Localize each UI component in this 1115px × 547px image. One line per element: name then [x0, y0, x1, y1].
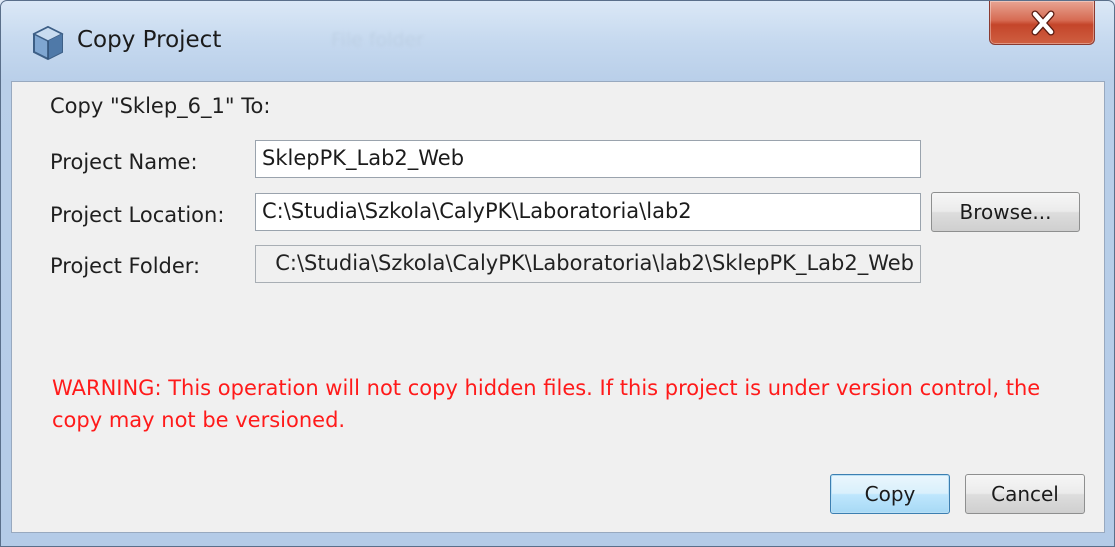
copy-project-window: Copy Project File folder Copy "Sklep_6_1…: [0, 0, 1115, 547]
background-window-title: File folder: [331, 29, 424, 51]
dialog-content: Copy "Sklep_6_1" To: Project Name: Sklep…: [11, 81, 1105, 533]
project-name-label: Project Name:: [50, 150, 198, 174]
cancel-button[interactable]: Cancel: [965, 474, 1085, 514]
project-folder-value: C:\Studia\Szkola\CalyPK\Laboratoria\lab2…: [275, 251, 914, 275]
project-location-input[interactable]: C:\Studia\Szkola\CalyPK\Laboratoria\lab2: [255, 193, 921, 231]
title-bar[interactable]: Copy Project File folder: [1, 1, 1114, 81]
project-name-input[interactable]: SklepPK_Lab2_Web: [255, 140, 921, 178]
warning-message: WARNING: This operation will not copy hi…: [52, 376, 1041, 432]
close-button[interactable]: [989, 1, 1095, 45]
window-title: Copy Project: [77, 27, 222, 53]
project-location-label: Project Location:: [50, 203, 225, 227]
browse-button[interactable]: Browse...: [931, 192, 1080, 232]
project-folder-input: C:\Studia\Szkola\CalyPK\Laboratoria\lab2…: [255, 245, 921, 283]
project-folder-label: Project Folder:: [50, 254, 201, 278]
copy-heading: Copy "Sklep_6_1" To:: [50, 94, 271, 118]
copy-button[interactable]: Copy: [830, 474, 950, 514]
netbeans-cube-icon: [31, 25, 65, 61]
close-icon: [1028, 10, 1058, 36]
